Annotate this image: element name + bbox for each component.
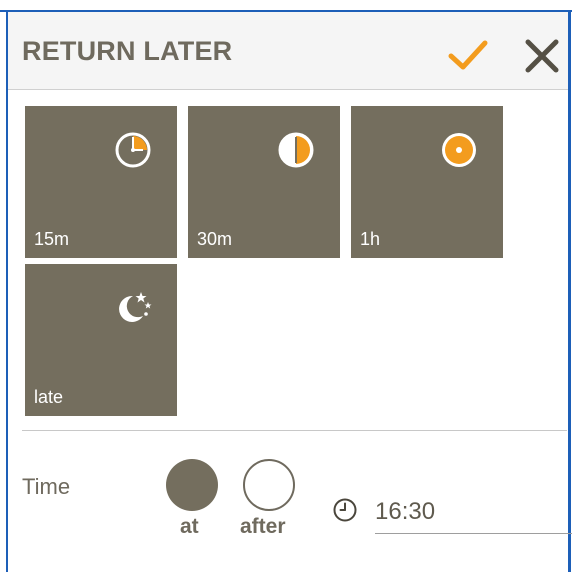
tile-label: 30m bbox=[197, 229, 233, 249]
close-icon bbox=[525, 39, 559, 73]
section-divider bbox=[22, 430, 567, 431]
radio-at[interactable] bbox=[166, 459, 218, 511]
window-left-edge bbox=[6, 10, 8, 572]
window-top-edge bbox=[0, 0, 572, 12]
radio-at-label[interactable]: at bbox=[180, 515, 199, 539]
moon-stars-icon bbox=[119, 292, 152, 322]
tile-label: 1h bbox=[360, 229, 381, 249]
confirm-button[interactable] bbox=[443, 30, 493, 80]
dialog-header: RETURN LATER bbox=[8, 12, 568, 90]
radio-after-label[interactable]: after bbox=[240, 515, 286, 539]
tile-1h[interactable]: 1h bbox=[351, 106, 503, 258]
close-button[interactable] bbox=[520, 34, 564, 78]
clock-full-icon bbox=[442, 133, 476, 167]
clock-quarter-icon bbox=[115, 132, 151, 168]
checkmark-icon bbox=[448, 40, 488, 70]
dialog-title: RETURN LATER bbox=[22, 36, 233, 66]
radio-after[interactable] bbox=[243, 459, 295, 511]
tile-label: late bbox=[34, 387, 64, 407]
clock-half-icon bbox=[278, 132, 314, 168]
time-input[interactable] bbox=[375, 490, 572, 534]
tile-15m[interactable]: 15m bbox=[25, 106, 177, 258]
return-later-dialog: RETURN LATER 15m 30m 1h late Time at aft… bbox=[0, 0, 572, 572]
window-right-edge bbox=[568, 10, 571, 572]
time-label: Time bbox=[22, 474, 71, 499]
clock-icon bbox=[333, 498, 357, 522]
tile-30m[interactable]: 30m bbox=[188, 106, 340, 258]
tile-late[interactable]: late bbox=[25, 264, 177, 416]
tile-label: 15m bbox=[34, 229, 70, 249]
